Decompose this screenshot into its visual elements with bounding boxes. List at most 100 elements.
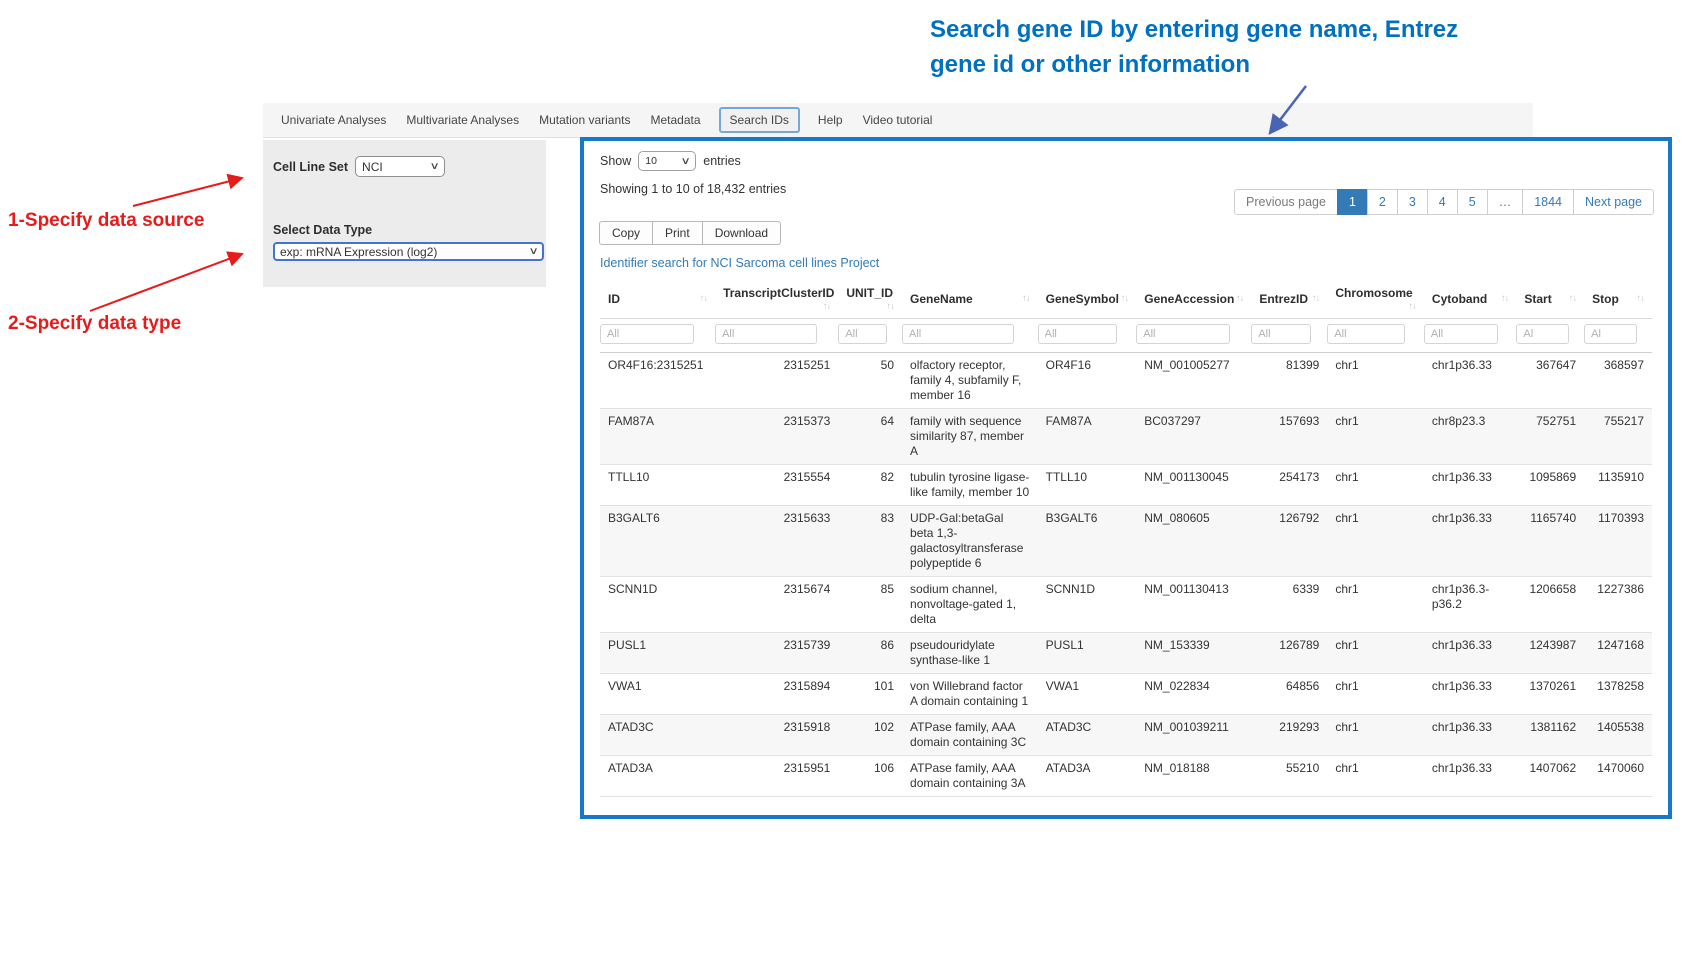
column-filter-input[interactable] bbox=[1327, 324, 1405, 344]
cell-unit-id: 50 bbox=[838, 353, 902, 409]
export-button[interactable]: Download bbox=[702, 221, 781, 245]
sort-icon: ↑↓ bbox=[1236, 293, 1244, 304]
cell-chromosome: chr1 bbox=[1327, 577, 1424, 633]
column-filter-input[interactable] bbox=[1516, 324, 1569, 344]
column-header-label: EntrezID bbox=[1259, 292, 1308, 306]
table-row: PUSL1 2315739 86 pseudouridylate synthas… bbox=[600, 633, 1652, 674]
cell-start: 1407062 bbox=[1516, 756, 1584, 797]
nav-tab[interactable]: Video tutorial bbox=[863, 113, 933, 127]
page-number-button[interactable]: 1 bbox=[1337, 189, 1368, 215]
identifier-search-link[interactable]: Identifier search for NCI Sarcoma cell l… bbox=[600, 256, 879, 270]
cell-transcript-cluster-id: 2315918 bbox=[715, 715, 838, 756]
cell-gene-name: ATPase family, AAA domain containing 3A bbox=[902, 756, 1038, 797]
filter-cell bbox=[1136, 319, 1251, 353]
cell-line-set-value: NCI bbox=[362, 160, 383, 174]
previous-page-button[interactable]: Previous page bbox=[1234, 189, 1338, 215]
cell-chromosome: chr1 bbox=[1327, 715, 1424, 756]
show-label: Show bbox=[600, 154, 631, 168]
export-button-group: CopyPrintDownload bbox=[600, 221, 1652, 245]
cell-gene-symbol: FAM87A bbox=[1038, 409, 1137, 465]
column-filter-input[interactable] bbox=[600, 324, 694, 344]
table-row: OR4F16:2315251 2315251 50 olfactory rece… bbox=[600, 353, 1652, 409]
next-page-button[interactable]: Next page bbox=[1573, 189, 1654, 215]
column-header[interactable]: GeneAccession ↑↓ bbox=[1136, 280, 1251, 319]
cell-gene-name: tubulin tyrosine ligase-like family, mem… bbox=[902, 465, 1038, 506]
table-body: OR4F16:2315251 2315251 50 olfactory rece… bbox=[600, 353, 1652, 797]
column-header[interactable]: GeneSymbol ↑↓ bbox=[1038, 280, 1137, 319]
cell-gene-accession: NM_001130045 bbox=[1136, 465, 1251, 506]
data-type-select[interactable]: exp: mRNA Expression (log2) ∨ bbox=[273, 242, 544, 261]
column-header[interactable]: Cytoband ↑↓ bbox=[1424, 280, 1516, 319]
nav-tab[interactable]: Metadata bbox=[651, 113, 701, 127]
column-header[interactable]: EntrezID ↑↓ bbox=[1251, 280, 1327, 319]
cell-gene-name: sodium channel, nonvoltage-gated 1, delt… bbox=[902, 577, 1038, 633]
column-header-label: ID bbox=[608, 292, 620, 306]
nav-tab[interactable]: Search IDs bbox=[719, 107, 800, 133]
column-filter-input[interactable] bbox=[1136, 324, 1230, 344]
nav-tab[interactable]: Univariate Analyses bbox=[281, 113, 386, 127]
sort-icon: ↑↓ bbox=[1121, 293, 1129, 304]
cell-id: SCNN1D bbox=[600, 577, 715, 633]
cell-gene-symbol: ATAD3C bbox=[1038, 715, 1137, 756]
column-filter-input[interactable] bbox=[1584, 324, 1637, 344]
cell-cytoband: chr1p36.33 bbox=[1424, 465, 1516, 506]
cell-gene-name: UDP-Gal:betaGal beta 1,3-galactosyltrans… bbox=[902, 506, 1038, 577]
filter-cell bbox=[1584, 319, 1652, 353]
column-header[interactable]: GeneName ↑↓ bbox=[902, 280, 1038, 319]
column-filter-input[interactable] bbox=[1038, 324, 1118, 344]
cell-gene-name: family with sequence similarity 87, memb… bbox=[902, 409, 1038, 465]
sort-icon: ↑↓ bbox=[1501, 293, 1509, 304]
cell-start: 1095869 bbox=[1516, 465, 1584, 506]
nav-bar: Univariate Analyses Multivariate Analyse… bbox=[263, 103, 1533, 138]
page-number-button[interactable]: 2 bbox=[1367, 189, 1398, 215]
cell-gene-accession: NM_001039211 bbox=[1136, 715, 1251, 756]
cell-cytoband: chr1p36.33 bbox=[1424, 353, 1516, 409]
cell-stop: 1227386 bbox=[1584, 577, 1652, 633]
cell-gene-symbol: B3GALT6 bbox=[1038, 506, 1137, 577]
cell-start: 1381162 bbox=[1516, 715, 1584, 756]
cell-line-set-select[interactable]: NCI ∨ bbox=[355, 156, 445, 177]
filter-cell bbox=[1251, 319, 1327, 353]
column-header-label: GeneAccession bbox=[1144, 292, 1234, 306]
search-results-panel: Show 10 ∨ entries Showing 1 to 10 of 18,… bbox=[580, 137, 1672, 819]
sort-icon: ↑↓ bbox=[1408, 301, 1416, 312]
column-filter-input[interactable] bbox=[1424, 324, 1498, 344]
column-header[interactable]: Start ↑↓ bbox=[1516, 280, 1584, 319]
cell-stop: 1135910 bbox=[1584, 465, 1652, 506]
column-filter-input[interactable] bbox=[838, 324, 887, 344]
cell-unit-id: 106 bbox=[838, 756, 902, 797]
page-number-button[interactable]: 3 bbox=[1397, 189, 1428, 215]
nav-tab[interactable]: Mutation variants bbox=[539, 113, 630, 127]
column-filter-input[interactable] bbox=[1251, 324, 1311, 344]
table-row: ATAD3A 2315951 106 ATPase family, AAA do… bbox=[600, 756, 1652, 797]
nav-tab[interactable]: Multivariate Analyses bbox=[406, 113, 519, 127]
cell-cytoband: chr1p36.33 bbox=[1424, 715, 1516, 756]
column-filter-input[interactable] bbox=[715, 324, 816, 344]
page-number-button[interactable]: 5 bbox=[1457, 189, 1488, 215]
export-button[interactable]: Copy bbox=[599, 221, 653, 245]
cell-unit-id: 64 bbox=[838, 409, 902, 465]
sort-icon: ↑↓ bbox=[700, 293, 708, 304]
column-header[interactable]: ID ↑↓ bbox=[600, 280, 715, 319]
pagination: Previous page 12345…1844 Next page bbox=[1235, 189, 1654, 215]
page-number-button[interactable]: … bbox=[1487, 189, 1524, 215]
cell-entrez-id: 126789 bbox=[1251, 633, 1327, 674]
cell-gene-name: pseudouridylate synthase-like 1 bbox=[902, 633, 1038, 674]
column-header-label: GeneName bbox=[910, 292, 973, 306]
column-header[interactable]: TranscriptClusterID ↑↓ bbox=[715, 280, 838, 319]
column-header[interactable]: UNIT_ID ↑↓ bbox=[838, 280, 902, 319]
cell-entrez-id: 219293 bbox=[1251, 715, 1327, 756]
sort-icon: ↑↓ bbox=[823, 301, 831, 312]
nav-tab[interactable]: Help bbox=[818, 113, 843, 127]
page-number-button[interactable]: 4 bbox=[1427, 189, 1458, 215]
column-filter-input[interactable] bbox=[902, 324, 1014, 344]
sort-icon: ↑↓ bbox=[1022, 293, 1030, 304]
page-length-select[interactable]: 10 ∨ bbox=[638, 151, 696, 171]
sidebar-panel: Cell Line Set NCI ∨ Select Data Type exp… bbox=[263, 140, 546, 287]
export-button[interactable]: Print bbox=[652, 221, 703, 245]
filter-cell bbox=[1327, 319, 1424, 353]
column-header[interactable]: Stop ↑↓ bbox=[1584, 280, 1652, 319]
cell-entrez-id: 254173 bbox=[1251, 465, 1327, 506]
page-number-button[interactable]: 1844 bbox=[1522, 189, 1574, 215]
column-header[interactable]: Chromosome ↑↓ bbox=[1327, 280, 1424, 319]
